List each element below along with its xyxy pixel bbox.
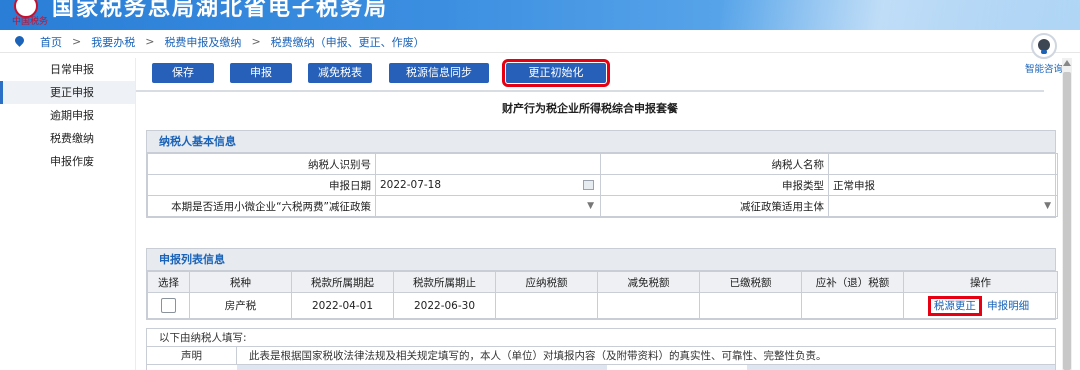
breadcrumb: 首页 > 我要办税 > 税费申报及缴纳 > 税费缴纳（申报、更正、作废） — [0, 31, 1080, 53]
tax-source-correction-link[interactable]: 税源更正 — [927, 296, 982, 316]
breadcrumb-separator: > — [145, 35, 155, 48]
column-header: 应纳税额 — [495, 271, 598, 293]
sidebar-item-void-declare[interactable]: 申报作废 — [0, 150, 135, 173]
period-start-cell: 2022-04-01 — [291, 292, 394, 319]
column-header: 应补（退）税额 — [801, 271, 904, 293]
column-header: 已缴税额 — [699, 271, 802, 293]
paid-cell — [699, 292, 802, 319]
signature-row — [147, 365, 1055, 370]
chevron-down-icon[interactable]: ▼ — [587, 201, 594, 211]
policy-select[interactable]: ▼ — [375, 195, 601, 217]
policy-subject-select[interactable]: ▼ — [828, 195, 1058, 217]
taxpayer-name-value — [828, 153, 1058, 175]
correction-init-button[interactable]: 更正初始化 — [502, 59, 610, 87]
banner-decoration — [720, 0, 1080, 30]
column-header: 选择 — [147, 271, 190, 293]
save-button[interactable]: 保存 — [152, 63, 214, 83]
declare-detail-link[interactable]: 申报明细 — [987, 300, 1029, 312]
sidebar: 日常申报 更正申报 逾期申报 税费缴纳 申报作废 — [0, 58, 136, 370]
tax-type-cell: 房产税 — [189, 292, 292, 319]
statement-label: 声明 — [147, 347, 237, 364]
sidebar-item-tax-payment[interactable]: 税费缴纳 — [0, 127, 135, 150]
declare-list-section: 申报列表信息 选择 税种 税款所属期起 税款所属期止 应纳税额 减免税额 已缴税… — [146, 248, 1058, 320]
breadcrumb-separator: > — [72, 35, 82, 48]
breadcrumb-declare-pay[interactable]: 税费申报及缴纳 — [164, 34, 241, 50]
breadcrumb-current[interactable]: 税费缴纳（申报、更正、作废） — [271, 34, 425, 50]
period-end-cell: 2022-06-30 — [393, 292, 496, 319]
tax-source-sync-button[interactable]: 税源信息同步 — [389, 63, 489, 83]
declare-list-table: 选择 税种 税款所属期起 税款所属期止 应纳税额 减免税额 已缴税额 应补（退）… — [147, 271, 1058, 319]
declare-date-value: 2022-07-18 — [380, 179, 442, 191]
declare-button[interactable]: 申报 — [230, 63, 292, 83]
column-header: 税款所属期起 — [291, 271, 394, 293]
column-header: 税种 — [189, 271, 292, 293]
declare-type-value: 正常申报 — [828, 174, 1058, 196]
row-checkbox[interactable] — [161, 298, 176, 313]
top-banner: 中国税务 国家税务总局湖北省电子税务局 — [0, 0, 1080, 30]
sidebar-item-overdue-declare[interactable]: 逾期申报 — [0, 104, 135, 127]
select-cell — [147, 292, 190, 319]
scroll-up-icon[interactable] — [1063, 60, 1071, 66]
reduction-table-button[interactable]: 减免税表 — [308, 63, 372, 83]
main-content: 财产行为税企业所得税综合申报套餐 纳税人基本信息 纳税人识别号 纳税人名称 申报… — [136, 92, 1058, 370]
policy-subject-label: 减征政策适用主体 — [600, 195, 829, 217]
basic-info-header: 纳税人基本信息 — [147, 131, 1055, 153]
payable-cell — [495, 292, 598, 319]
column-header: 税款所属期止 — [393, 271, 496, 293]
sidebar-item-correction-declare[interactable]: 更正申报 — [0, 81, 135, 104]
breadcrumb-tax-service[interactable]: 我要办税 — [91, 34, 135, 50]
chevron-down-icon[interactable]: ▼ — [1044, 201, 1051, 211]
declare-list-header: 申报列表信息 — [147, 249, 1055, 271]
statement-row: 声明 此表是根据国家税收法律法规及相关规定填写的，本人（单位）对填报内容（及附带… — [147, 347, 1055, 365]
basic-info-section: 纳税人基本信息 纳税人识别号 纳税人名称 申报日期 2022-07-18 申报类… — [146, 130, 1058, 218]
operation-cell: 税源更正 申报明细 — [903, 292, 1058, 319]
robot-assistant-icon[interactable] — [1031, 33, 1057, 59]
basic-info-table: 纳税人识别号 纳税人名称 申报日期 2022-07-18 申报类型 正常申报 本… — [147, 153, 1058, 217]
smart-consult-widget[interactable]: 智能咨询 — [1022, 33, 1066, 83]
taxpayer-id-value — [375, 153, 601, 175]
reduced-cell — [597, 292, 700, 319]
due-cell — [801, 292, 904, 319]
location-pin-icon — [15, 36, 24, 48]
smart-consult-label[interactable]: 智能咨询 — [1022, 61, 1066, 75]
calendar-icon[interactable] — [583, 180, 594, 190]
scrollbar-thumb[interactable] — [1063, 72, 1071, 370]
note-intro: 以下由纳税人填写: — [147, 329, 1055, 347]
breadcrumb-home[interactable]: 首页 — [40, 34, 62, 50]
declare-date-label: 申报日期 — [147, 174, 376, 196]
statement-text: 此表是根据国家税收法律法规及相关规定填写的，本人（单位）对填报内容（及附带资料）… — [249, 350, 827, 362]
table-header-row: 选择 税种 税款所属期起 税款所属期止 应纳税额 减免税额 已缴税额 应补（退）… — [147, 271, 1058, 293]
declare-date-field[interactable]: 2022-07-18 — [375, 174, 601, 196]
table-row: 房产税 2022-04-01 2022-06-30 税源更正 申报明细 — [147, 292, 1058, 319]
vertical-scrollbar[interactable] — [1062, 58, 1072, 370]
page-title: 财产行为税企业所得税综合申报套餐 — [502, 102, 678, 115]
policy-label: 本期是否适用小微企业“六税两费”减征政策 — [147, 195, 376, 217]
logo-subtext: 中国税务 — [12, 17, 49, 27]
column-header: 减免税额 — [597, 271, 700, 293]
sidebar-item-daily-declare[interactable]: 日常申报 — [0, 58, 135, 81]
declaration-note: 以下由纳税人填写: 声明 此表是根据国家税收法律法规及相关规定填写的，本人（单位… — [146, 328, 1056, 370]
taxpayer-id-label: 纳税人识别号 — [147, 153, 376, 175]
taxpayer-name-label: 纳税人名称 — [600, 153, 829, 175]
column-header: 操作 — [903, 271, 1058, 293]
toolbar: 保存 申报 减免税表 税源信息同步 更正初始化 — [136, 58, 1044, 92]
breadcrumb-separator: > — [251, 35, 261, 48]
site-title: 国家税务总局湖北省电子税务局 — [52, 0, 389, 21]
declare-type-label: 申报类型 — [600, 174, 829, 196]
